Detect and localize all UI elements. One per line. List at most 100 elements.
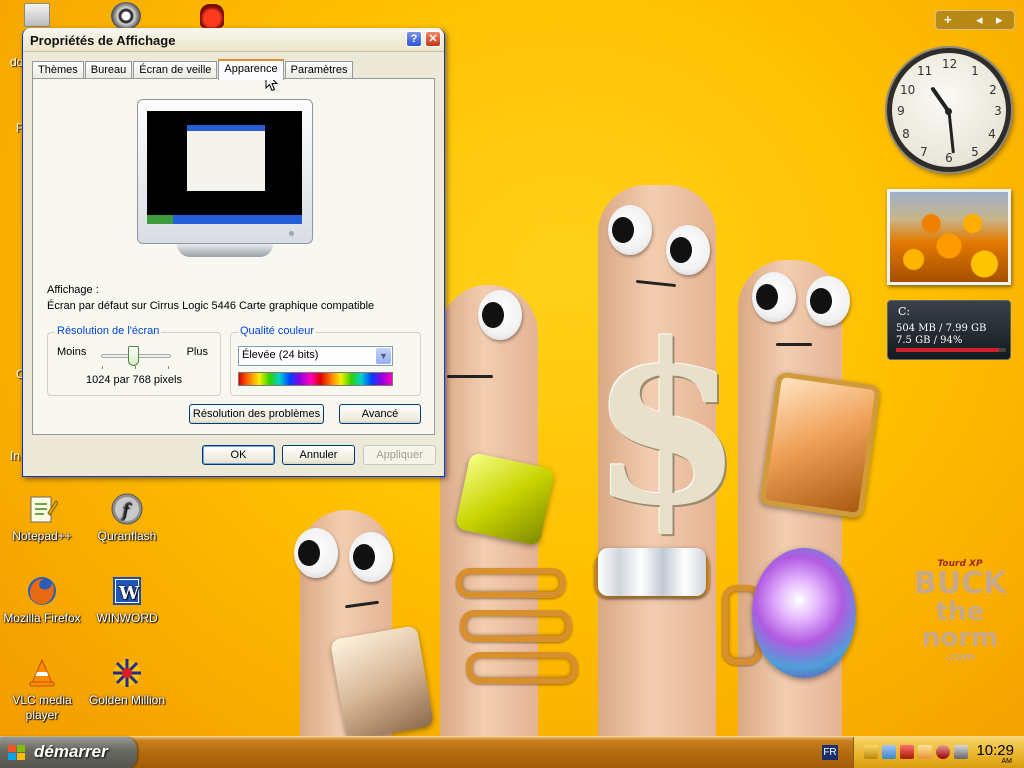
desktop-icon-quranflash[interactable]: f Quranflash <box>82 493 172 544</box>
drive-usage-line1: 504 MB / 7.99 GB <box>896 323 987 334</box>
drive-name: C: <box>898 305 911 318</box>
slider-max-label: Plus <box>186 346 208 358</box>
prev-gadget-button[interactable]: ◂ <box>976 12 983 28</box>
cancel-button[interactable]: Annuler <box>282 445 355 465</box>
desktop-icon-top-3[interactable] <box>200 4 224 28</box>
desktop-icon-top-2[interactable] <box>111 2 141 30</box>
color-quality-selected: Élevée (24 bits) <box>242 349 319 361</box>
monitor-led <box>289 231 294 236</box>
desktop-icon-vlc[interactable]: VLC media player <box>0 657 87 723</box>
resolution-slider-ticks <box>102 366 170 369</box>
color-quality-group: Qualité couleur Élevée (24 bits) ▼ <box>230 325 421 396</box>
settings-panel: Affichage : Écran par défaut sur Cirrus … <box>32 78 435 435</box>
wallpaper-eye <box>349 532 393 582</box>
desktop-icon-golden-million[interactable]: Golden Million <box>82 657 172 708</box>
wallpaper-eye <box>294 528 338 578</box>
desktop-icon-winword[interactable]: W WINWORD <box>82 575 172 626</box>
desktop-icon-firefox[interactable]: Mozilla Firefox <box>0 575 87 626</box>
monitor-screen <box>147 111 302 224</box>
monitor-preview-start <box>147 215 173 224</box>
clock-number: 8 <box>902 127 910 141</box>
wallpaper-ring <box>466 652 578 684</box>
advanced-button[interactable]: Avancé <box>339 404 421 424</box>
clock-number: 12 <box>942 57 958 71</box>
clock-number: 10 <box>900 83 916 97</box>
slider-min-label: Moins <box>57 346 87 358</box>
wallpaper-eye <box>806 276 850 326</box>
color-quality-select[interactable]: Élevée (24 bits) ▼ <box>238 346 393 366</box>
wallpaper-eye <box>666 225 710 275</box>
language-indicator[interactable]: FR <box>822 745 838 760</box>
volume-icon[interactable] <box>954 745 968 759</box>
help-button[interactable]: ? <box>406 31 422 47</box>
clock-number: 3 <box>994 104 1002 118</box>
clock-number: 1 <box>971 64 979 78</box>
wallpaper-violet-gem <box>752 548 856 678</box>
dialog-title: Propriétés de Affichage <box>30 33 176 48</box>
dialog-titlebar[interactable]: Propriétés de Affichage ? ✕ <box>23 28 444 52</box>
wallpaper-mouth <box>776 343 812 346</box>
wallpaper-ring <box>456 568 566 598</box>
svg-text:W: W <box>118 583 140 604</box>
desktop-icon-label: WINWORD <box>96 611 158 625</box>
clock-gadget[interactable]: 12 1 2 3 4 5 6 7 8 9 10 11 <box>887 48 1011 172</box>
wallpaper-mouth <box>447 375 493 378</box>
alert-icon[interactable] <box>936 745 950 759</box>
monitor-preview-taskbar <box>147 215 302 224</box>
desktop-icon-label: VLC media player <box>12 693 72 722</box>
chevron-down-icon[interactable]: ▼ <box>376 348 391 364</box>
wallpaper-eye <box>608 205 652 255</box>
apply-button[interactable]: Appliquer <box>363 445 436 465</box>
vlc-cone-icon <box>26 657 58 689</box>
close-button[interactable]: ✕ <box>425 31 441 47</box>
monitor-preview <box>137 99 313 257</box>
network-icon[interactable] <box>882 745 896 759</box>
drive-usage-meter <box>896 348 1006 352</box>
windows-logo-icon <box>8 745 26 761</box>
clock-minute-hand <box>947 111 955 154</box>
clock-number: 9 <box>897 104 905 118</box>
wallpaper-eye <box>752 272 796 322</box>
color-quality-legend: Qualité couleur <box>238 325 316 337</box>
drive-usage-meter-fill <box>896 348 1000 352</box>
taskbar: démarrer FR 10:29 AM <box>0 736 1024 768</box>
flash-icon: f <box>111 493 143 525</box>
resolution-slider-thumb[interactable] <box>128 346 139 366</box>
clock-number: 11 <box>917 64 933 78</box>
drive-meter-gadget[interactable]: C: 504 MB / 7.99 GB 7.5 GB / 94% <box>887 300 1011 360</box>
tray-clock[interactable]: 10:29 <box>976 742 1014 759</box>
word-icon: W <box>111 575 143 607</box>
slideshow-gadget[interactable] <box>887 189 1011 285</box>
desktop-icon-label: Notepad++ <box>12 529 72 543</box>
clock-number: 4 <box>988 127 996 141</box>
watermark-logo: Tourd XP BUCK the norm .com <box>914 560 1007 663</box>
next-gadget-button[interactable]: ▸ <box>996 12 1003 28</box>
wallpaper-ring <box>460 610 572 642</box>
sidebar-gadget-controls: + ◂ ▸ <box>935 10 1015 30</box>
display-adapter-value: Écran par défaut sur Cirrus Logic 5446 C… <box>47 300 375 312</box>
watermark-buck: BUCK <box>914 566 1007 601</box>
color-spectrum-bar <box>238 372 393 386</box>
desktop-icon-notepadpp[interactable]: Notepad++ <box>0 493 87 544</box>
desktop-icon-top-1[interactable] <box>24 3 50 27</box>
tab-apparence[interactable]: Apparence <box>218 59 284 80</box>
security-shield-icon[interactable] <box>864 745 878 759</box>
desktop-icon-label: Quranflash <box>97 529 157 543</box>
add-gadget-button[interactable]: + <box>944 12 952 27</box>
wallpaper-dollar-ring: $ <box>590 295 744 554</box>
ok-button[interactable]: OK <box>202 445 275 465</box>
display-properties-dialog: Propriétés de Affichage ? ✕ Thèmes Burea… <box>22 28 445 477</box>
clock-center <box>945 108 952 115</box>
start-button[interactable]: démarrer <box>0 737 137 768</box>
golden-million-icon <box>111 657 143 689</box>
wallpaper-champagne-gem <box>329 625 435 736</box>
desktop-edge-label[interactable]: In <box>10 449 20 463</box>
system-tray: 10:29 AM <box>853 737 1024 768</box>
troubleshoot-button[interactable]: Résolution des problèmes <box>189 404 324 424</box>
update-icon[interactable] <box>918 745 932 759</box>
antivirus-icon[interactable] <box>900 745 914 759</box>
display-label: Affichage : <box>47 284 99 296</box>
resolution-group: Résolution de l'écran Moins Plus 1024 pa… <box>47 325 221 396</box>
resolution-value: 1024 par 768 pixels <box>85 374 182 386</box>
notepadpp-icon <box>26 493 59 525</box>
